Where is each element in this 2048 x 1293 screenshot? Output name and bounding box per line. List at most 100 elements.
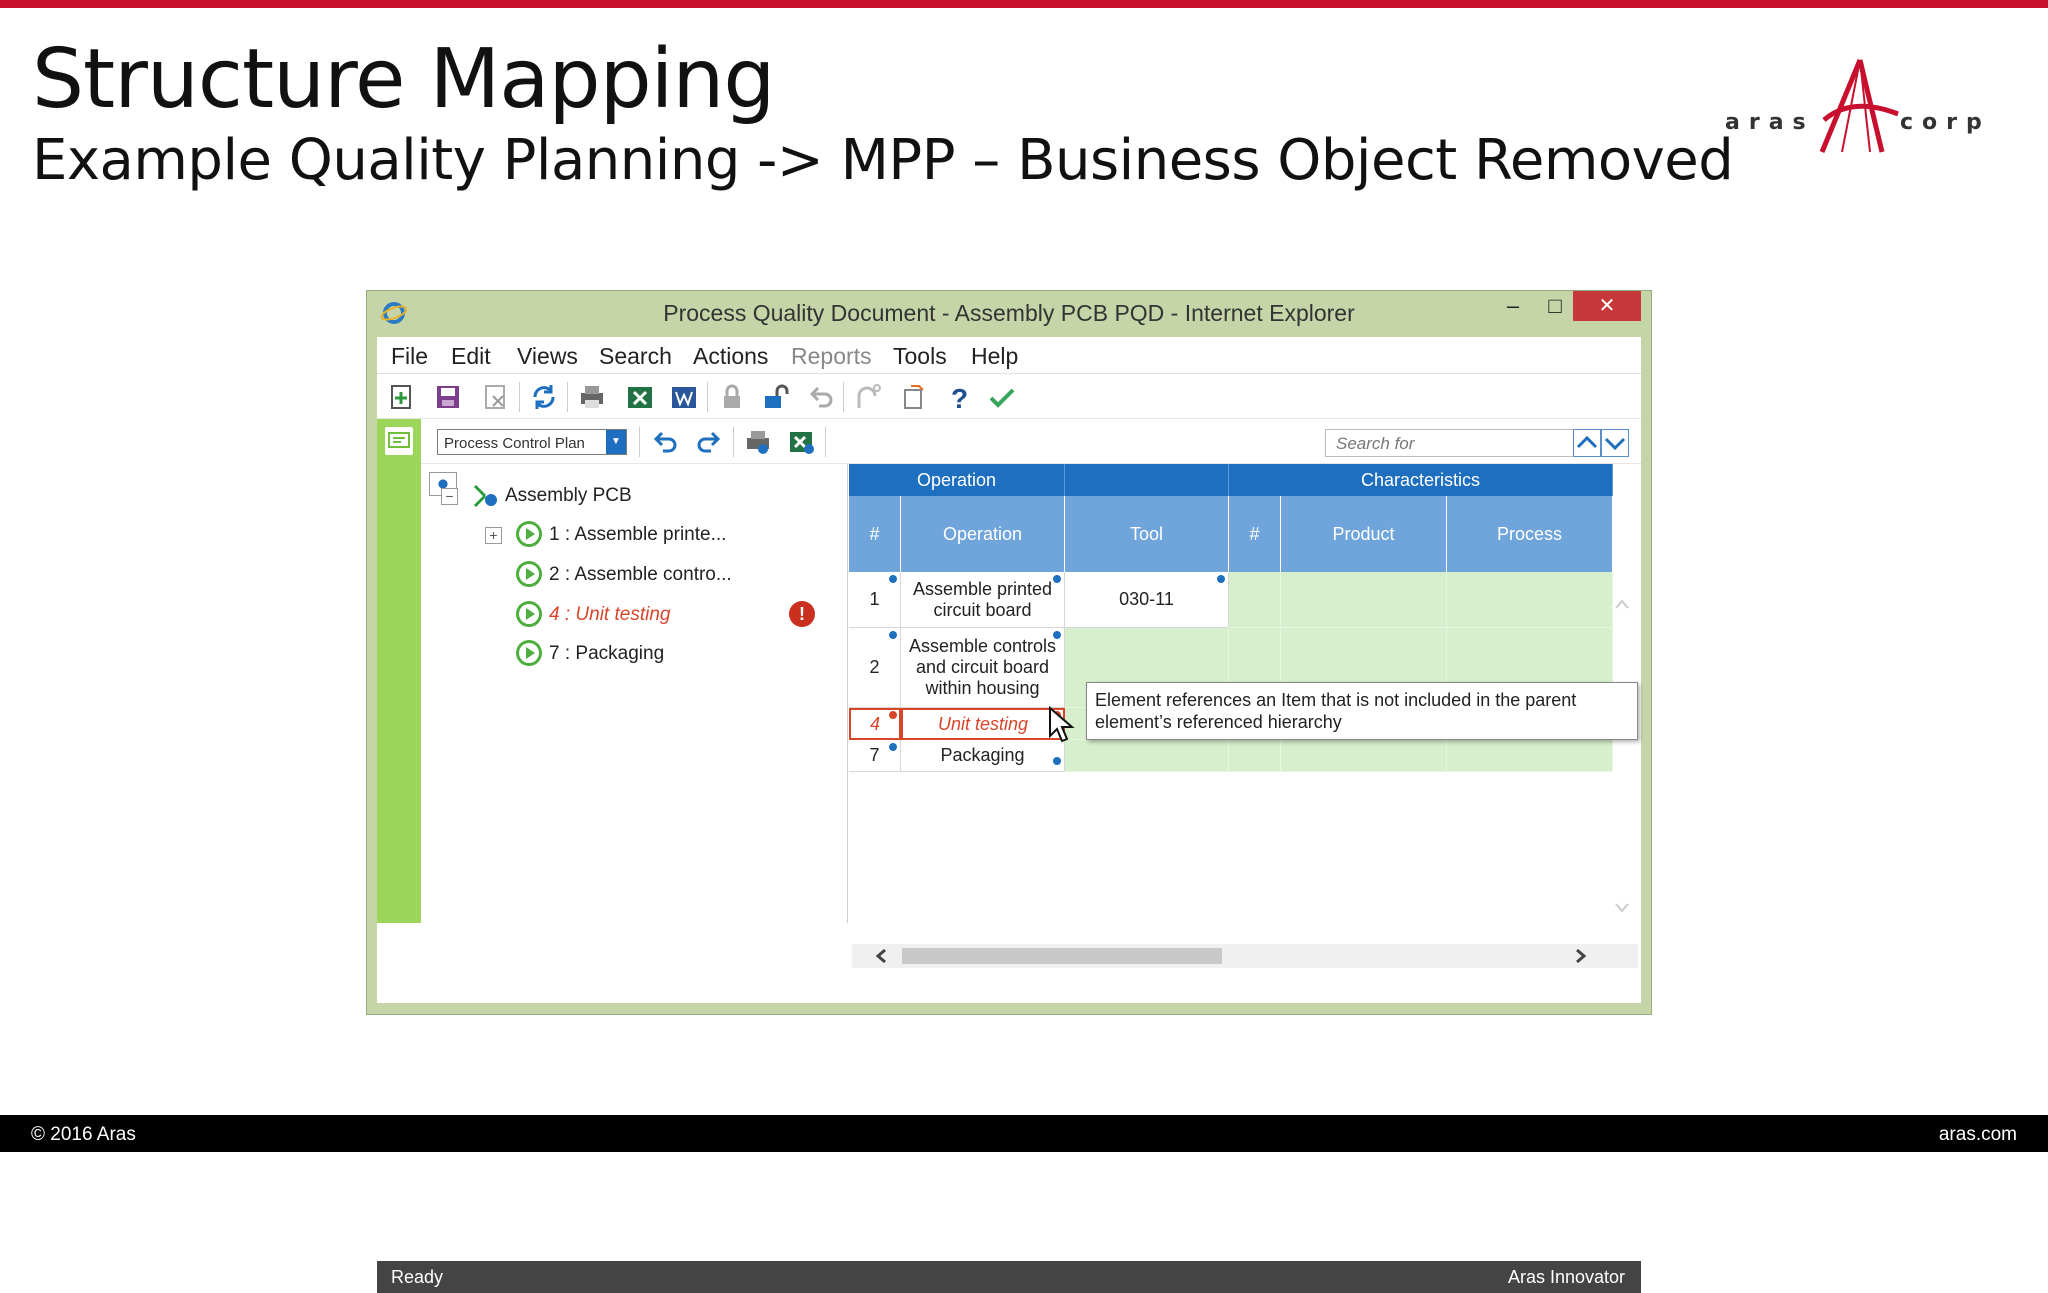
column-header-operation[interactable]: Operation [901,496,1065,572]
toolbar-separator [825,427,826,457]
group-header-characteristics: Characteristics [1229,464,1613,496]
operation-play-icon [516,640,542,666]
status-text: Ready [391,1267,444,1287]
tree-item-2[interactable]: 2 : Assemble contro... [549,564,732,586]
view-select[interactable]: Process Control Plan ▼ [437,429,627,455]
scroll-down-icon[interactable] [1614,901,1630,915]
toolbar-separator [843,382,844,412]
structure-tree-pane: − Assembly PCB + 1 : Assemble printe... … [421,464,848,923]
row-2-operation[interactable]: Assemble controls and circuit board with… [901,628,1065,708]
done-check-icon[interactable] [987,382,1017,412]
search-next-button[interactable] [1601,429,1629,457]
promote-disabled-icon[interactable] [853,382,883,412]
group-header-operation: Operation [849,464,1065,496]
operation-play-icon [516,601,542,627]
link-indicator-dot [1053,575,1061,583]
menu-edit[interactable]: Edit [451,343,491,370]
undo-icon[interactable] [649,427,679,457]
scroll-up-icon[interactable] [1614,597,1630,611]
lock-icon[interactable] [717,382,747,412]
close-button[interactable]: ✕ [1573,291,1641,321]
row-1-product[interactable] [1281,572,1447,628]
tree-item-7[interactable]: 7 : Packaging [549,643,664,665]
toolbar-separator [707,382,708,412]
row-1-process[interactable] [1447,572,1613,628]
slide-title: Structure Mapping [32,32,775,127]
tree-root-label[interactable]: Assembly PCB [505,485,632,507]
print-icon[interactable] [577,382,607,412]
refresh-icon[interactable] [529,382,559,412]
side-navigation-strip [377,419,421,923]
secondary-toolbar: Process Control Plan ▼ Search for [377,419,1641,464]
unlock-icon[interactable] [761,382,791,412]
row-1-char-number[interactable] [1229,572,1281,628]
grid-vertical-scrollbar[interactable] [1606,587,1638,945]
new-item-icon[interactable] [387,382,417,412]
window-title: Process Quality Document - Assembly PCB … [663,300,1355,326]
row-7-process[interactable] [1447,740,1613,772]
row-4-operation[interactable]: Unit testing [901,708,1065,740]
column-header-tool[interactable]: Tool [1065,496,1229,572]
error-tooltip: Element references an Item that is not i… [1086,682,1638,740]
menu-tools[interactable]: Tools [893,343,947,370]
slide-accent-bar [0,0,2048,8]
menu-reports[interactable]: Reports [791,343,872,370]
scroll-right-icon[interactable] [1572,948,1588,964]
row-7-char-number[interactable] [1229,740,1281,772]
window-titlebar: Process Quality Document - Assembly PCB … [367,291,1651,333]
website-text: aras.com [1938,1124,2017,1145]
menu-search[interactable]: Search [599,343,672,370]
error-exclamation-icon[interactable]: ! [789,601,815,627]
excel-export-icon[interactable] [625,382,655,412]
menu-actions[interactable]: Actions [693,343,768,370]
grid-horizontal-scrollbar[interactable] [852,944,1638,968]
status-bar: Ready Aras Innovator [377,1261,1641,1293]
operation-play-icon [516,561,542,587]
menu-views[interactable]: Views [517,343,578,370]
column-header-product[interactable]: Product [1281,496,1447,572]
tree-item-4-error[interactable]: 4 : Unit testing [549,604,670,626]
save-icon[interactable] [433,382,463,412]
aras-corp-logo: aras corp [1720,56,2010,166]
help-icon[interactable]: ? [943,382,973,412]
row-7-tool[interactable] [1065,740,1229,772]
search-prev-button[interactable] [1573,429,1601,457]
row-1-tool[interactable]: 030-11 [1065,572,1229,628]
chevron-down-icon [1604,437,1626,451]
discard-icon[interactable] [481,382,511,412]
logo-word-right: corp [1900,110,1991,135]
word-export-icon[interactable] [669,382,699,412]
column-header-char-number[interactable]: # [1229,496,1281,572]
logo-word-left: aras [1725,110,1815,135]
link-indicator-dot [1053,631,1061,639]
logo-a-mark-icon [1819,59,1899,153]
row-7-product[interactable] [1281,740,1447,772]
print-preview-icon[interactable] [743,427,773,457]
row-2-number[interactable]: 2 [849,628,901,708]
browser-window: Process Quality Document - Assembly PCB … [366,290,1652,1293]
form-view-icon[interactable] [385,427,413,455]
collapse-icon[interactable]: − [441,488,458,505]
scroll-left-icon[interactable] [874,948,890,964]
minimize-button[interactable]: – [1493,293,1533,323]
maximize-button[interactable]: □ [1535,293,1575,323]
search-input[interactable]: Search for [1325,429,1575,457]
redo-icon[interactable] [695,427,725,457]
column-header-process[interactable]: Process [1447,496,1613,572]
mouse-pointer-icon [1049,706,1075,743]
scrollbar-thumb[interactable] [902,948,1222,964]
undo-disabled-icon[interactable] [805,382,835,412]
error-indicator-dot [889,711,897,719]
row-1-operation[interactable]: Assemble printed circuit board [901,572,1065,628]
column-header-op-number[interactable]: # [849,496,901,572]
copy-structure-icon[interactable] [899,382,929,412]
tree-item-1[interactable]: 1 : Assemble printe... [549,524,726,546]
excel-settings-icon[interactable] [787,427,817,457]
menu-file[interactable]: File [391,343,428,370]
search-placeholder: Search for [1336,434,1415,453]
row-7-operation[interactable]: Packaging [901,740,1065,772]
menu-help[interactable]: Help [971,343,1018,370]
expand-icon[interactable]: + [485,527,502,544]
link-indicator-dot [889,631,897,639]
main-toolbar: ? [377,374,1641,419]
